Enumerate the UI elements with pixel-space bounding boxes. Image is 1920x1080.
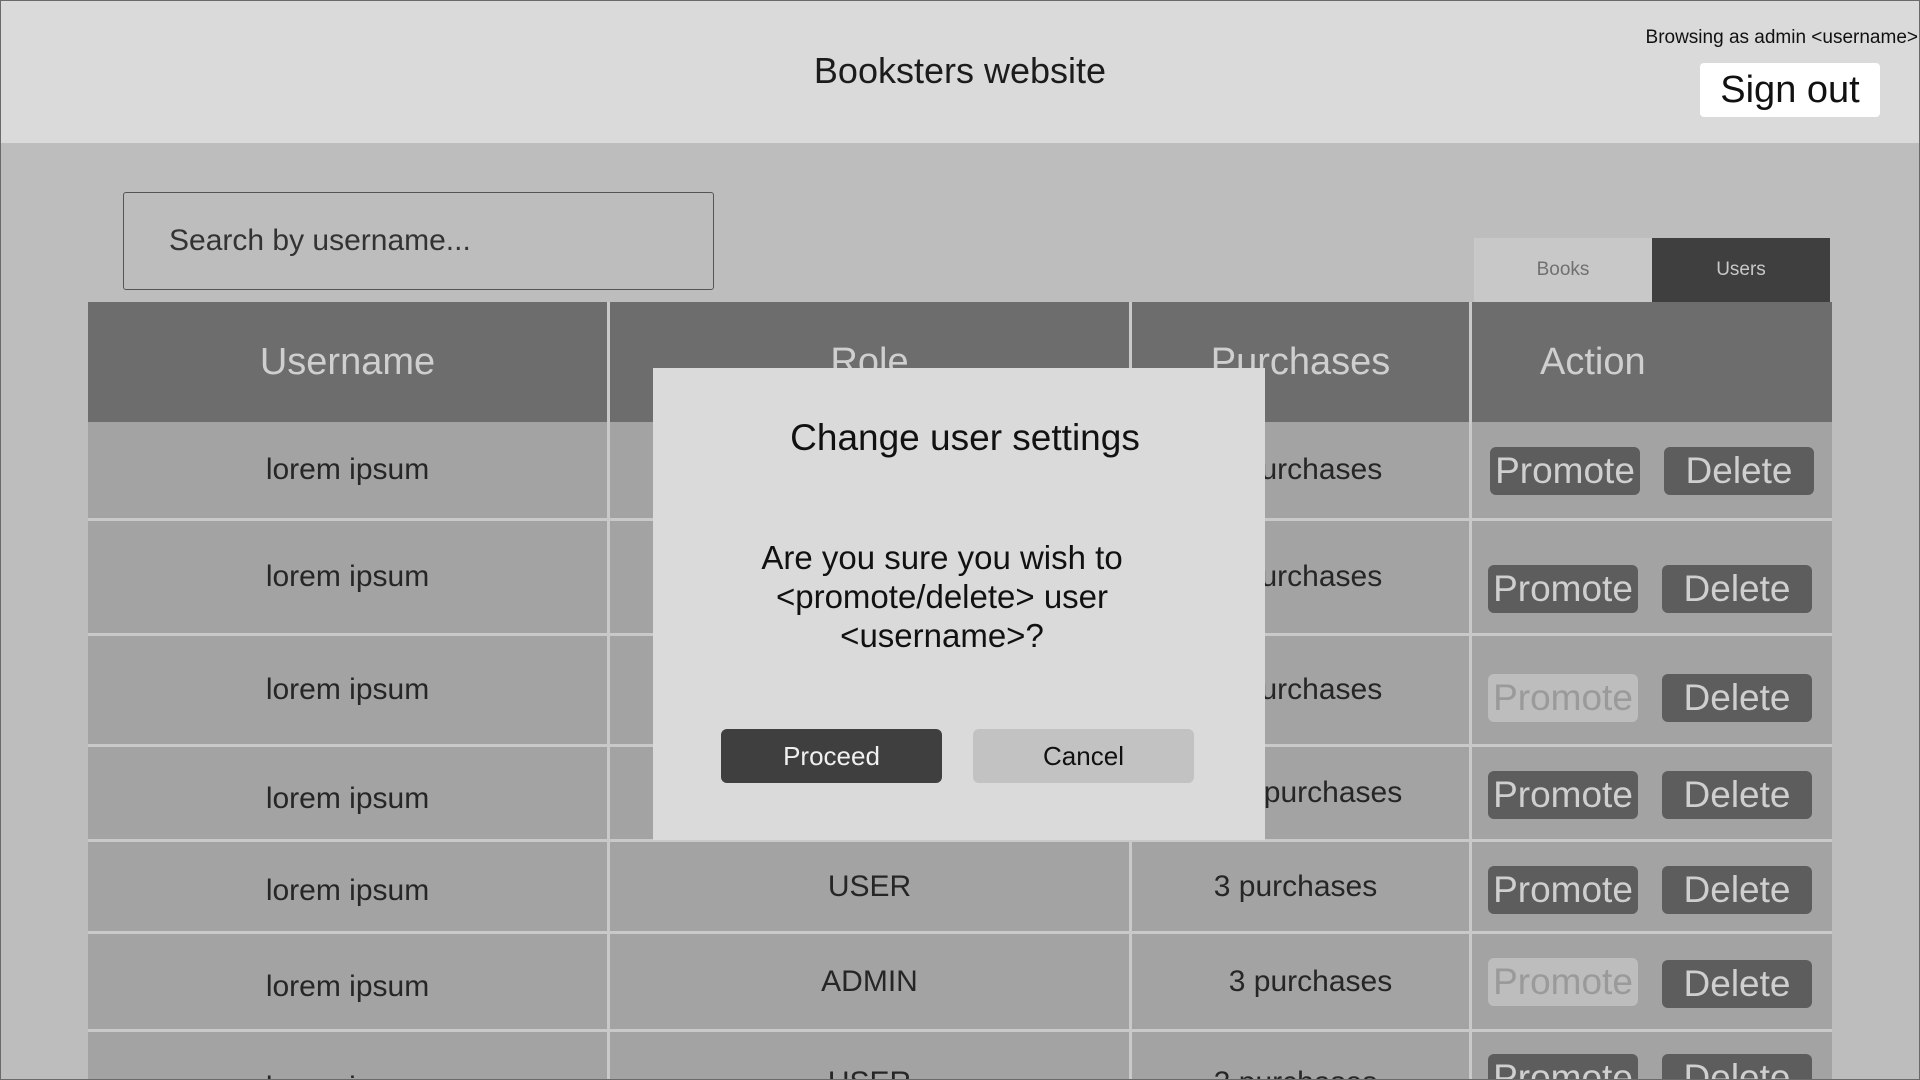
cell-username: lorem ipsum xyxy=(88,1032,610,1080)
cell-username: lorem ipsum xyxy=(88,422,610,518)
cell-purchases: 3 purchases xyxy=(1132,934,1472,1029)
promote-button[interactable]: Promote xyxy=(1488,866,1638,914)
cell-actions: Promote Delete xyxy=(1472,422,1832,518)
dialog-message: Are you sure you wish to <promote/delete… xyxy=(761,539,1123,654)
tab-bar: Books Users xyxy=(1474,238,1830,302)
proceed-button[interactable]: Proceed xyxy=(721,729,942,783)
cell-role: USER xyxy=(610,842,1132,931)
cell-actions: Promote Delete xyxy=(1472,934,1832,1029)
cell-actions: Promote Delete xyxy=(1472,1032,1832,1080)
dialog-title: Change user settings xyxy=(790,417,1140,458)
delete-button[interactable]: Delete xyxy=(1662,565,1812,613)
search-input[interactable] xyxy=(123,192,714,290)
delete-button[interactable]: Delete xyxy=(1662,674,1812,722)
cell-username: lorem ipsum xyxy=(88,636,610,744)
cell-purchases: 3 purchases xyxy=(1132,1032,1472,1080)
cell-username: lorem ipsum xyxy=(88,934,610,1029)
cell-actions: Promote Delete xyxy=(1472,747,1832,839)
promote-button[interactable]: Promote xyxy=(1490,447,1640,495)
delete-button[interactable]: Delete xyxy=(1662,771,1812,819)
site-header: Booksters website Browsing as admin <use… xyxy=(0,0,1920,143)
cell-username: lorem ipsum xyxy=(88,842,610,931)
cancel-button[interactable]: Cancel xyxy=(973,729,1194,783)
promote-button[interactable]: Promote xyxy=(1488,565,1638,613)
cell-role: USER xyxy=(610,1032,1132,1080)
tab-books[interactable]: Books xyxy=(1474,238,1652,302)
delete-button[interactable]: Delete xyxy=(1664,447,1814,495)
table-row: lorem ipsum USER 3 purchases Promote Del… xyxy=(88,1032,1832,1080)
sign-out-button[interactable]: Sign out xyxy=(1700,63,1880,117)
table-row: lorem ipsum ADMIN 3 purchases Promote De… xyxy=(88,934,1832,1029)
cell-username: lorem ipsum xyxy=(88,747,610,839)
promote-button[interactable]: Promote xyxy=(1488,1054,1638,1080)
promote-button-disabled[interactable]: Promote xyxy=(1488,674,1638,722)
delete-button[interactable]: Delete xyxy=(1662,866,1812,914)
site-title: Booksters website xyxy=(813,50,1107,91)
promote-button[interactable]: Promote xyxy=(1488,771,1638,819)
tab-users[interactable]: Users xyxy=(1652,238,1830,302)
cell-actions: Promote Delete xyxy=(1472,521,1832,633)
browsing-as-label: Browsing as admin <username> xyxy=(1645,27,1918,48)
cell-actions: Promote Delete xyxy=(1472,636,1832,744)
cell-purchases: 3 purchases xyxy=(1132,842,1472,931)
promote-button-disabled[interactable]: Promote xyxy=(1488,958,1638,1006)
cell-role: ADMIN xyxy=(610,934,1132,1029)
delete-button[interactable]: Delete xyxy=(1662,960,1812,1008)
cell-username: lorem ipsum xyxy=(88,521,610,633)
delete-button[interactable]: Delete xyxy=(1662,1054,1812,1080)
change-user-settings-dialog: Change user settings Are you sure you wi… xyxy=(653,368,1265,840)
table-row: lorem ipsum USER 3 purchases Promote Del… xyxy=(88,842,1832,931)
column-header-username: Username xyxy=(88,302,610,422)
cell-actions: Promote Delete xyxy=(1472,842,1832,931)
column-header-action: Action xyxy=(1540,340,1646,383)
